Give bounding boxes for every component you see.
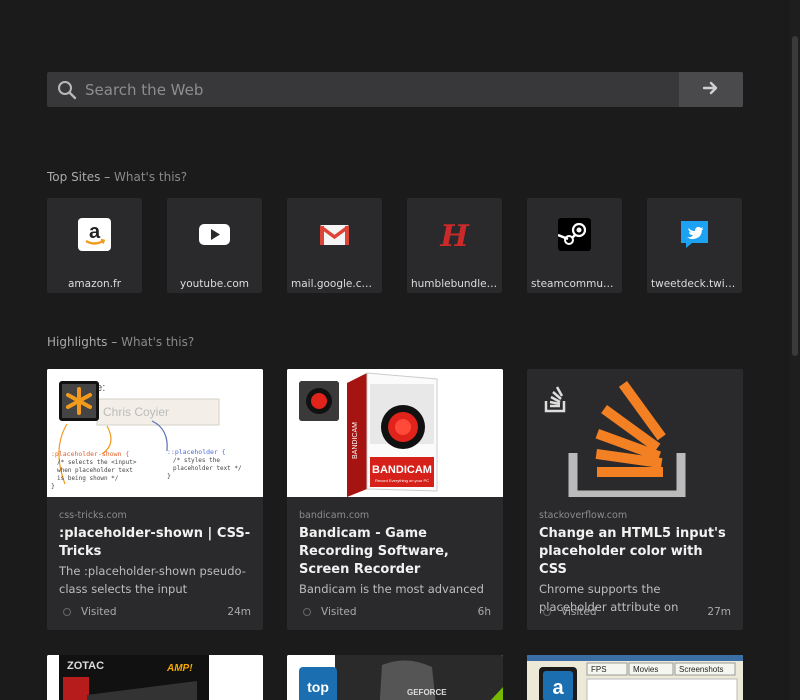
highlight-card[interactable]: me: Chris Coyier :placeholder-shown { /*… [47, 369, 263, 630]
svg-text:}: } [51, 482, 55, 490]
card-status: Visited [561, 606, 597, 618]
card-host: bandicam.com [299, 510, 370, 521]
card-footer: Visited 6h [299, 606, 491, 618]
top-site-tile-humblebundle[interactable]: H humblebundle.c... [407, 198, 502, 293]
svg-text::placeholder-shown {: :placeholder-shown { [51, 450, 129, 458]
svg-text:top: top [307, 679, 329, 695]
top-site-tile-tweetdeck[interactable]: tweetdeck.twitt... [647, 198, 742, 293]
amazon-icon: a [78, 218, 111, 251]
tile-label: tweetdeck.twitt... [651, 278, 742, 290]
svg-text:GEFORCE: GEFORCE [407, 688, 447, 697]
tile-label: steamcommunit... [531, 278, 622, 290]
highlights-help-link[interactable]: What's this? [121, 335, 194, 349]
svg-text:BANDICAM: BANDICAM [352, 422, 359, 459]
heading-separator: – [107, 335, 122, 349]
scrollbar[interactable] [790, 0, 800, 700]
highlights-grid: me: Chris Coyier :placeholder-shown { /*… [47, 369, 743, 630]
svg-text:/* selects the <input>: /* selects the <input> [57, 459, 137, 466]
top-sites-heading: Top Sites – What's this? [47, 170, 187, 184]
top-sites-grid: a amazon.fr youtube.com mail.google.com … [47, 198, 742, 293]
visited-icon [543, 608, 551, 616]
card-description: Bandicam is the most advanced [299, 582, 484, 596]
card-time: 24m [227, 606, 251, 618]
visited-icon [63, 608, 71, 616]
highlights-heading: Highlights – What's this? [47, 335, 194, 349]
svg-text:H: H [439, 219, 470, 251]
card-footer: Visited 27m [539, 606, 731, 618]
card-status: Visited [321, 606, 357, 618]
card-footer: Visited 24m [59, 606, 251, 618]
scrollbar-thumb[interactable] [792, 36, 798, 356]
card-host: css-tricks.com [59, 510, 127, 521]
humblebundle-icon: H [438, 218, 471, 251]
card-time: 6h [477, 606, 491, 618]
highlights-title: Highlights [47, 335, 108, 349]
csstricks-icon [59, 381, 99, 421]
svg-text:AMP!: AMP! [166, 663, 193, 674]
top-sites-title: Top Sites [47, 170, 101, 184]
card-time: 27m [707, 606, 731, 618]
svg-text:a: a [552, 677, 564, 699]
top-sites-help-link[interactable]: What's this? [114, 170, 187, 184]
heading-separator: – [100, 170, 114, 184]
card-thumbnail: me: Chris Coyier :placeholder-shown { /*… [47, 369, 263, 497]
tile-label: amazon.fr [67, 278, 122, 290]
search-input[interactable] [85, 72, 679, 107]
card-title: :placeholder-shown | CSS-Tricks [59, 526, 251, 559]
top-site-tile-youtube[interactable]: youtube.com [167, 198, 262, 293]
tile-label: youtube.com [180, 278, 249, 290]
svg-text:when placeholder text: when placeholder text [57, 467, 133, 474]
top-site-tile-gmail[interactable]: mail.google.com [287, 198, 382, 293]
svg-text:Record Everything on your PC: Record Everything on your PC [375, 478, 429, 483]
card-title: Change an HTML5 input's placeholder colo… [539, 526, 726, 577]
gmail-icon [318, 218, 351, 251]
card-status: Visited [81, 606, 117, 618]
highlight-card[interactable]: stackoverflow.com Change an HTML5 input'… [527, 369, 743, 630]
search-submit-button[interactable] [679, 72, 743, 107]
zotac-card[interactable]: ZOTAC AMP! [47, 655, 263, 700]
tile-label: mail.google.com [291, 278, 379, 290]
svg-text:/* styles the: /* styles the [173, 457, 220, 464]
tile-label: humblebundle.c... [411, 278, 502, 290]
stackoverflow-icon [539, 381, 579, 421]
svg-text:}: } [167, 472, 171, 480]
svg-text:::placeholder {: ::placeholder { [167, 448, 226, 456]
highlight-card[interactable]: BANDICAM Record Everything on your PC BA… [287, 369, 503, 630]
steam-icon [558, 218, 591, 251]
card-thumbnail [527, 369, 743, 497]
svg-text:is being shown */: is being shown */ [57, 475, 119, 482]
svg-text:BANDICAM: BANDICAM [372, 464, 432, 476]
card-description: The :placeholder-shown pseudo-class sele… [59, 564, 246, 596]
card-host: stackoverflow.com [539, 510, 628, 521]
youtube-icon [198, 218, 231, 251]
svg-text:ZOTAC: ZOTAC [67, 660, 104, 672]
card-thumbnail: BANDICAM Record Everything on your PC BA… [287, 369, 503, 497]
twitter-icon [678, 218, 711, 251]
search-icon [49, 72, 85, 107]
svg-text:Screenshots: Screenshots [679, 665, 723, 674]
geforce-card[interactable]: GEFORCE top [287, 655, 503, 700]
svg-text:Chris Coyier: Chris Coyier [103, 405, 169, 419]
svg-text:FPS: FPS [591, 665, 607, 674]
svg-text:a: a [89, 221, 101, 243]
top-site-tile-amazon[interactable]: a amazon.fr [47, 198, 142, 293]
visited-icon [303, 608, 311, 616]
fraps-card[interactable]: FPS Movies Screenshots a [527, 655, 743, 700]
card-title: Bandicam - Game Recording Software, Scre… [299, 526, 449, 577]
svg-text:placeholder text */: placeholder text */ [173, 465, 242, 472]
search-bar [47, 72, 743, 107]
bandicam-icon [299, 381, 339, 421]
arrow-right-icon [702, 80, 719, 99]
highlights-row-2: ZOTAC AMP! GEFORCE top FPS Movies Screen… [47, 655, 743, 700]
svg-text:Movies: Movies [633, 665, 658, 674]
top-site-tile-steam[interactable]: steamcommunit... [527, 198, 622, 293]
